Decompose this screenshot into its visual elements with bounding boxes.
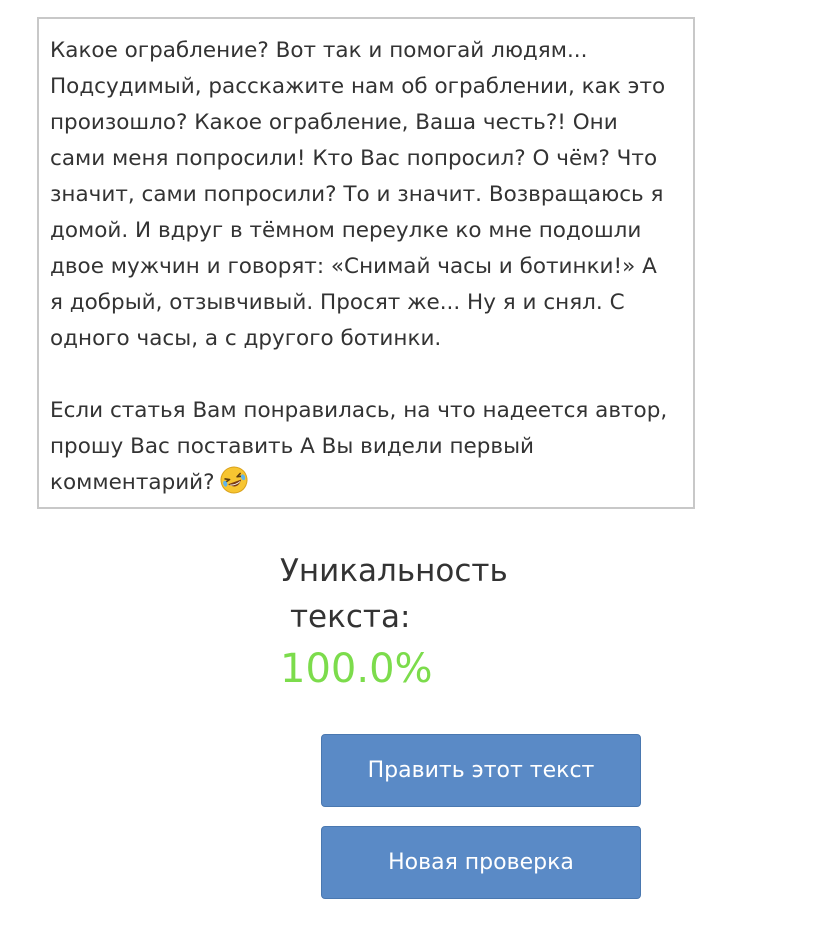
article-paragraph-2: Если статья Вам понравилась, на что наде… — [50, 393, 673, 501]
article-text-box: Какое ограбление? Вот так и помогай людя… — [37, 17, 695, 509]
uniqueness-value: 100.0% — [280, 646, 433, 692]
uniqueness-label: Уникальность текста: — [280, 548, 508, 640]
article-paragraph-1: Какое ограбление? Вот так и помогай людя… — [50, 38, 672, 351]
uniqueness-label-line2: текста: — [290, 599, 411, 635]
uniqueness-label-line1: Уникальность — [280, 553, 508, 589]
article-paragraph-2-text: Если статья Вам понравилась, на что наде… — [50, 398, 675, 495]
edit-text-button[interactable]: Править этот текст — [321, 734, 641, 807]
new-check-button[interactable]: Новая проверка — [321, 826, 641, 899]
laughing-emoji-icon — [219, 465, 249, 495]
